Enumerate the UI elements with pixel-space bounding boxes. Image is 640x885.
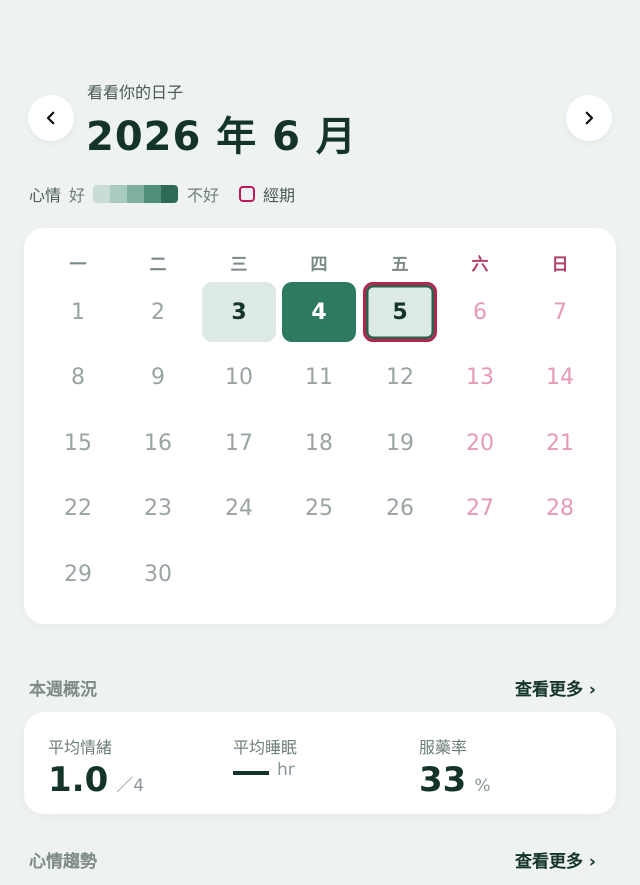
calendar-day[interactable]: 16 [121,413,195,473]
calendar-day[interactable]: 13 [443,348,517,408]
calendar-day[interactable]: 28 [523,479,597,539]
medication-rate-unit: % [474,776,491,796]
period-legend-swatch [239,186,256,202]
weekday-header: 一 [69,255,87,275]
avg-sleep-empty-dash [233,771,269,775]
calendar-day[interactable]: 14 [523,348,597,408]
calendar-day[interactable]: 3 [202,282,276,342]
prev-month-button[interactable] [28,95,74,141]
calendar-day[interactable]: 24 [202,479,276,539]
calendar-day[interactable]: 4 [282,282,356,342]
calendar-day[interactable]: 9 [121,348,195,408]
calendar-day[interactable]: 25 [282,479,356,539]
trend-see-more-link[interactable]: 查看更多 › [515,847,596,872]
mood-trend-title: 心情趨勢 [29,852,97,872]
legend-bad-label: 不好 [187,186,220,205]
avg-sleep-stat: 平均睡眠 hr [233,734,297,785]
avg-sleep-label: 平均睡眠 [233,738,298,757]
calendar-day[interactable]: 7 [523,282,597,342]
calendar-day[interactable]: 30 [121,544,195,604]
mood-scale-swatch [144,185,162,203]
legend-mood-label: 心情 [29,186,62,205]
weekday-header: 六 [471,255,489,275]
calendar-day[interactable]: 18 [282,413,356,473]
month-calendar: 一二三四五六日 1 2 3 4 5 6 7 8 9 10 11 12 13 14 15 16 17 18 19 20 21… [24,228,616,624]
weekday-header: 三 [230,255,248,275]
calendar-day[interactable]: 29 [41,544,115,604]
weekday-header: 四 [310,255,328,275]
weekday-header: 五 [391,255,409,275]
mood-scale-swatch [110,185,128,203]
calendar-day[interactable]: 17 [202,413,276,473]
weekday-header: 二 [149,255,167,275]
calendar-day[interactable]: 27 [443,479,517,539]
calendar-day[interactable]: 12 [363,348,437,408]
chevron-left-icon [46,111,55,125]
avg-mood-stat: 平均情緒 1.0 ／4 [48,734,144,800]
calendar-day[interactable]: 23 [121,479,195,539]
medication-rate-stat: 服藥率 33 % [419,734,490,800]
calendar-day[interactable]: 22 [41,479,115,539]
legend-good-label: 好 [69,186,86,205]
weekly-summary-title: 本週概況 [29,680,97,700]
calendar-day[interactable]: 6 [443,282,517,342]
mood-scale-swatch [127,185,145,203]
calendar-day[interactable]: 1 [41,282,115,342]
mood-scale-swatch [93,185,111,203]
calendar-day[interactable]: 11 [282,348,356,408]
calendar-day[interactable]: 21 [523,413,597,473]
mood-legend: 心情 好 不好 經期 [29,182,295,206]
avg-mood-value: 1.0 [48,760,109,800]
calendar-day[interactable]: 5 [363,282,437,342]
weekly-summary-card: 平均情緒 1.0 ／4 平均睡眠 hr 服藥率 33 % [24,712,616,814]
calendar-day[interactable]: 26 [363,479,437,539]
mood-color-scale [93,185,179,203]
page-subtitle: 看看你的日子 [87,83,184,102]
avg-mood-label: 平均情緒 [48,738,113,757]
calendar-day[interactable]: 8 [41,348,115,408]
avg-sleep-unit: hr [277,760,295,780]
medication-rate-label: 服藥率 [419,738,468,757]
legend-period-label: 經期 [263,186,296,205]
month-title: 2026 年 6 月 [86,114,357,160]
calendar-day[interactable]: 15 [41,413,115,473]
calendar-day[interactable]: 19 [363,413,437,473]
medication-rate-value: 33 [419,760,467,800]
calendar-day[interactable]: 2 [121,282,195,342]
avg-mood-unit: ／4 [116,776,145,796]
weekday-header: 日 [551,255,569,275]
calendar-day[interactable]: 20 [443,413,517,473]
mood-scale-swatch [161,185,179,203]
weekly-see-more-link[interactable]: 查看更多 › [515,675,596,700]
calendar-day[interactable]: 10 [202,348,276,408]
chevron-right-icon [585,111,594,125]
next-month-button[interactable] [566,95,612,141]
